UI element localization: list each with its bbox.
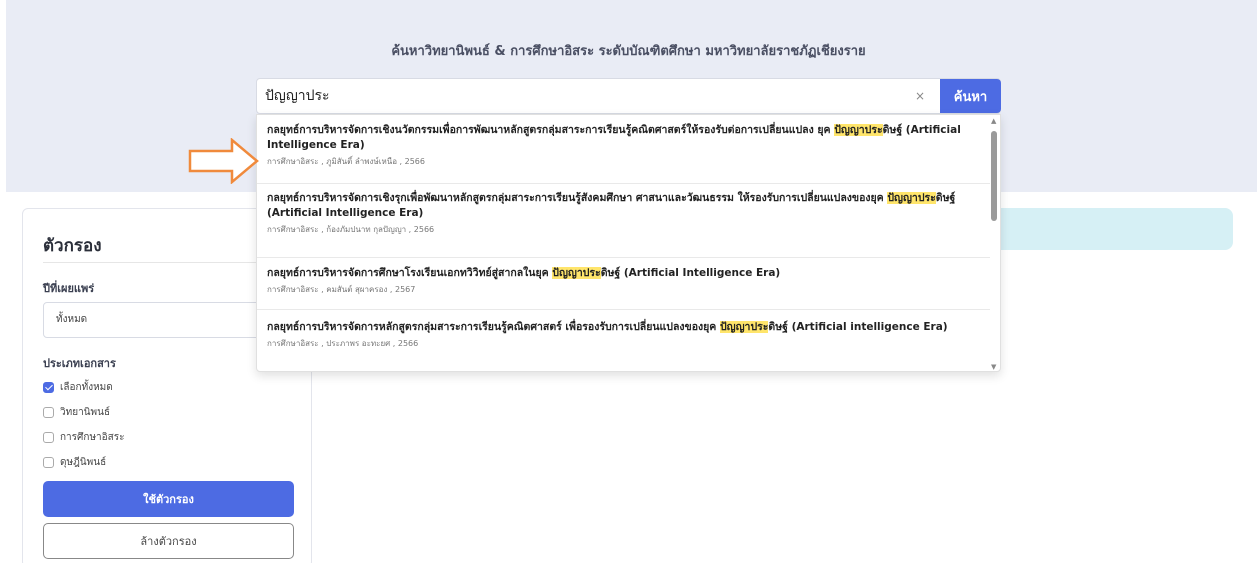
suggestion-dropdown: กลยุทธ์การบริหารจัดการเชิงนวัตกรรมเพื่อก… bbox=[256, 114, 1001, 372]
checkbox-select-all[interactable]: เลือกทั้งหมด bbox=[43, 380, 113, 394]
left-edge bbox=[0, 0, 6, 563]
annotation-arrow-icon bbox=[188, 138, 259, 184]
suggestion-item[interactable]: กลยุทธ์การบริหารจัดการเชิงรุกเพื่อพัฒนาห… bbox=[257, 191, 990, 258]
page-title: ค้นหาวิทยานิพนธ์ & การศึกษาอิสระ ระดับบั… bbox=[391, 44, 866, 59]
clear-filter-button[interactable]: ล้างตัวกรอง bbox=[43, 523, 294, 559]
search-bar: × ค้นหา bbox=[256, 78, 1001, 114]
checkbox-dissertation[interactable]: ดุษฎีนิพนธ์ bbox=[43, 455, 106, 469]
match-highlight: ปัญญาประ bbox=[719, 321, 769, 333]
scroll-thumb[interactable] bbox=[991, 131, 997, 221]
suggestion-item[interactable]: กลยุทธ์การบริหารจัดการเชิงนวัตกรรมเพื่อก… bbox=[257, 123, 990, 184]
scroll-up-icon[interactable]: ▲ bbox=[991, 117, 996, 125]
doctype-label: ประเภทเอกสาร bbox=[43, 357, 116, 370]
checkbox-label: วิทยานิพนธ์ bbox=[60, 406, 111, 418]
checkbox-label: เลือกทั้งหมด bbox=[60, 381, 113, 393]
suggestion-item[interactable]: กลยุทธ์การบริหารจัดการศึกษาโรงเรียนเอกทว… bbox=[257, 266, 990, 310]
checkbox-icon[interactable] bbox=[43, 456, 54, 468]
year-label: ปีที่เผยแพร่ bbox=[43, 282, 95, 295]
checkbox-label: การศึกษาอิสระ bbox=[60, 431, 125, 443]
apply-filter-button[interactable]: ใช้ตัวกรอง bbox=[43, 481, 294, 517]
search-button[interactable]: ค้นหา bbox=[940, 79, 1001, 113]
match-highlight: ปัญญาประ bbox=[887, 192, 936, 204]
checkbox-independent-study[interactable]: การศึกษาอิสระ bbox=[43, 430, 125, 444]
dropdown-scrollbar[interactable]: ▲ ▼ bbox=[990, 117, 998, 371]
clear-icon[interactable]: × bbox=[913, 89, 927, 103]
suggestion-title: กลยุทธ์การบริหารจัดการเชิงนวัตกรรมเพื่อก… bbox=[267, 124, 961, 151]
suggestion-meta: การศึกษาอิสระ , ภูมิสันติ์ ลำพงษ์เหนือ ,… bbox=[267, 157, 425, 166]
search-input[interactable] bbox=[257, 79, 917, 113]
suggestion-meta: การศึกษาอิสระ , ประภาพร อะทะยศ , 2566 bbox=[267, 339, 419, 348]
checkbox-label: ดุษฎีนิพนธ์ bbox=[60, 456, 107, 468]
checkbox-checked-icon[interactable] bbox=[43, 381, 54, 393]
match-highlight: ปัญญาประ bbox=[552, 267, 601, 279]
checkbox-icon[interactable] bbox=[43, 406, 54, 418]
suggestion-title: กลยุทธ์การบริหารจัดการศึกษาโรงเรียนเอกทว… bbox=[267, 267, 781, 279]
checkbox-icon[interactable] bbox=[43, 431, 54, 443]
suggestion-item[interactable]: กลยุทธ์การบริหารจัดการหลักสูตรกลุ่มสาระก… bbox=[257, 320, 990, 371]
suggestion-title: กลยุทธ์การบริหารจัดการหลักสูตรกลุ่มสาระก… bbox=[267, 321, 948, 333]
filter-title: ตัวกรอง bbox=[43, 236, 102, 256]
checkbox-thesis[interactable]: วิทยานิพนธ์ bbox=[43, 405, 110, 419]
suggestion-title: กลยุทธ์การบริหารจัดการเชิงรุกเพื่อพัฒนาห… bbox=[267, 192, 956, 219]
scroll-down-icon[interactable]: ▼ bbox=[991, 363, 996, 371]
suggestion-meta: การศึกษาอิสระ , คมสันต์ สุผาครอง , 2567 bbox=[267, 285, 416, 294]
match-highlight: ปัญญาประ bbox=[834, 124, 883, 136]
suggestion-meta: การศึกษาอิสระ , ก้องภัมปนาท กุลปัญญา , 2… bbox=[267, 225, 435, 234]
